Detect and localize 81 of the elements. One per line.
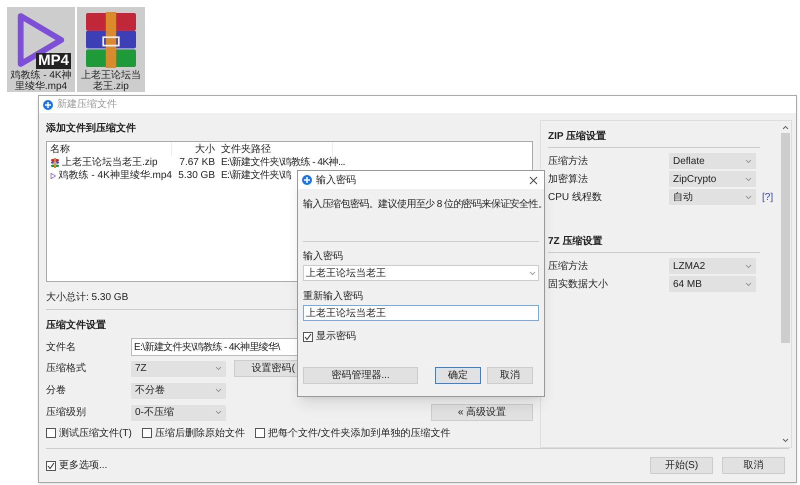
app-icon — [302, 175, 312, 185]
dialog-title: 输入密码 — [316, 174, 357, 188]
dropdown[interactable]: 0-不压缩 — [131, 404, 226, 420]
section-heading: 7Z 压缩设置 — [548, 234, 604, 248]
field-label: 压缩级别 — [46, 406, 87, 420]
dropdown[interactable]: ZipCrypto — [669, 171, 756, 187]
dialog-message: 输入压缩包密码。建议使用至少 8 位的密码来保证安全性。 — [303, 198, 548, 211]
dropdown[interactable]: Deflate — [669, 153, 756, 169]
button[interactable]: 开始(S) — [650, 457, 713, 474]
mp4-badge: MP4 — [36, 53, 71, 69]
dropdown-caret-icon — [745, 194, 752, 200]
field-label: 输入密码 — [303, 250, 344, 263]
column-header[interactable]: 大小 — [172, 142, 218, 156]
desktop-icon[interactable]: 上老王论坛当老王.zip — [77, 7, 145, 92]
check-icon — [47, 462, 55, 470]
button[interactable]: 密码管理器... — [303, 367, 418, 384]
dropdown[interactable]: 7Z — [131, 360, 226, 376]
dropdown[interactable]: LZMA2 — [669, 258, 756, 274]
close-icon — [528, 176, 538, 184]
password-confirm-field[interactable]: 上老王论坛当老王 — [303, 305, 539, 321]
column-header[interactable]: 名称 — [47, 142, 172, 156]
desktop-icon[interactable]: MP4 鸡教练 - 4K神里绫华.mp4 — [7, 7, 75, 92]
checkbox-label: 把每个文件/文件夹添加到单独的压缩文件 — [268, 426, 451, 440]
field-label: 固实数据大小 — [548, 278, 609, 292]
dropdown[interactable]: 不分卷 — [131, 382, 226, 398]
field-label: 压缩方法 — [548, 260, 589, 274]
button[interactable]: 取消 — [722, 457, 785, 474]
checkbox-label: 显示密码 — [316, 330, 356, 344]
section-heading: 添加文件到压缩文件 — [46, 122, 137, 136]
dropdown-caret-icon — [529, 270, 536, 276]
checkbox[interactable] — [46, 428, 56, 438]
file-size: 5.30 GB — [177, 169, 216, 183]
field-label: CPU 线程数 — [548, 190, 603, 204]
app-icon — [43, 100, 53, 110]
dropdown-caret-icon — [215, 366, 222, 371]
window-title: 新建压缩文件 — [57, 98, 117, 112]
help-link[interactable]: [?] — [762, 190, 774, 204]
field-label: 压缩方法 — [548, 154, 589, 168]
file-label: 上老王论坛当老王.zip — [80, 70, 142, 92]
file-label: 鸡教练 - 4K神里绫华.mp4 — [9, 70, 73, 92]
dropdown-caret-icon — [215, 410, 222, 415]
file-name[interactable]: 鸡教练 - 4K神里绫华.mp4 — [58, 168, 172, 183]
button[interactable]: 取消 — [487, 367, 533, 384]
field-label: 加密算法 — [548, 172, 589, 186]
archive-icon — [50, 158, 60, 168]
scrollbar-thumb[interactable] — [781, 133, 790, 343]
dropdown-caret-icon — [745, 264, 752, 268]
file-path: E:\新建文件夹\鸡 — [220, 168, 292, 183]
file-size: 7.67 KB — [178, 156, 216, 170]
dropdown-caret-icon — [745, 176, 752, 182]
file-path: E:\新建文件夹\鸡教练 - 4K神... — [220, 156, 345, 170]
archive-icon — [85, 12, 137, 68]
field-label: 压缩格式 — [46, 362, 87, 376]
checkbox-label: 测试压缩文件(T) — [59, 426, 132, 440]
checkbox-label: 压缩后删除原始文件 — [154, 426, 245, 440]
video-icon — [50, 170, 57, 180]
dropdown-caret-icon — [745, 282, 752, 286]
field-label: 分卷 — [46, 384, 67, 398]
check-icon — [304, 332, 312, 340]
button[interactable]: 确定 — [435, 367, 481, 384]
dropdown-caret-icon — [215, 388, 222, 393]
checkbox[interactable] — [254, 428, 265, 438]
scroll-down-icon — [782, 437, 790, 443]
password-combo[interactable]: 上老王论坛当老王 — [303, 265, 539, 281]
file-name[interactable]: 上老王论坛当老王.zip — [62, 155, 158, 170]
checkbox[interactable] — [303, 332, 313, 342]
dropdown[interactable]: 64 MB — [669, 276, 756, 292]
checkbox[interactable] — [46, 460, 56, 470]
section-heading: 压缩文件设置 — [46, 318, 107, 332]
checkbox[interactable] — [142, 428, 152, 438]
dropdown[interactable]: 自动 — [669, 189, 756, 205]
section-heading: ZIP 压缩设置 — [548, 130, 608, 143]
total-size: 大小总计: 5.30 GB — [46, 290, 128, 304]
dropdown-caret-icon — [745, 158, 752, 164]
checkbox-label: 更多选项... — [59, 458, 108, 473]
button[interactable]: 设置密码( — [234, 360, 298, 377]
button[interactable]: « 高级设置 — [431, 404, 533, 421]
scroll-up-icon — [782, 125, 790, 131]
field-label: 重新输入密码 — [303, 290, 364, 303]
field-label: 文件名 — [46, 340, 77, 354]
column-header[interactable]: 文件夹路径 — [218, 142, 333, 156]
